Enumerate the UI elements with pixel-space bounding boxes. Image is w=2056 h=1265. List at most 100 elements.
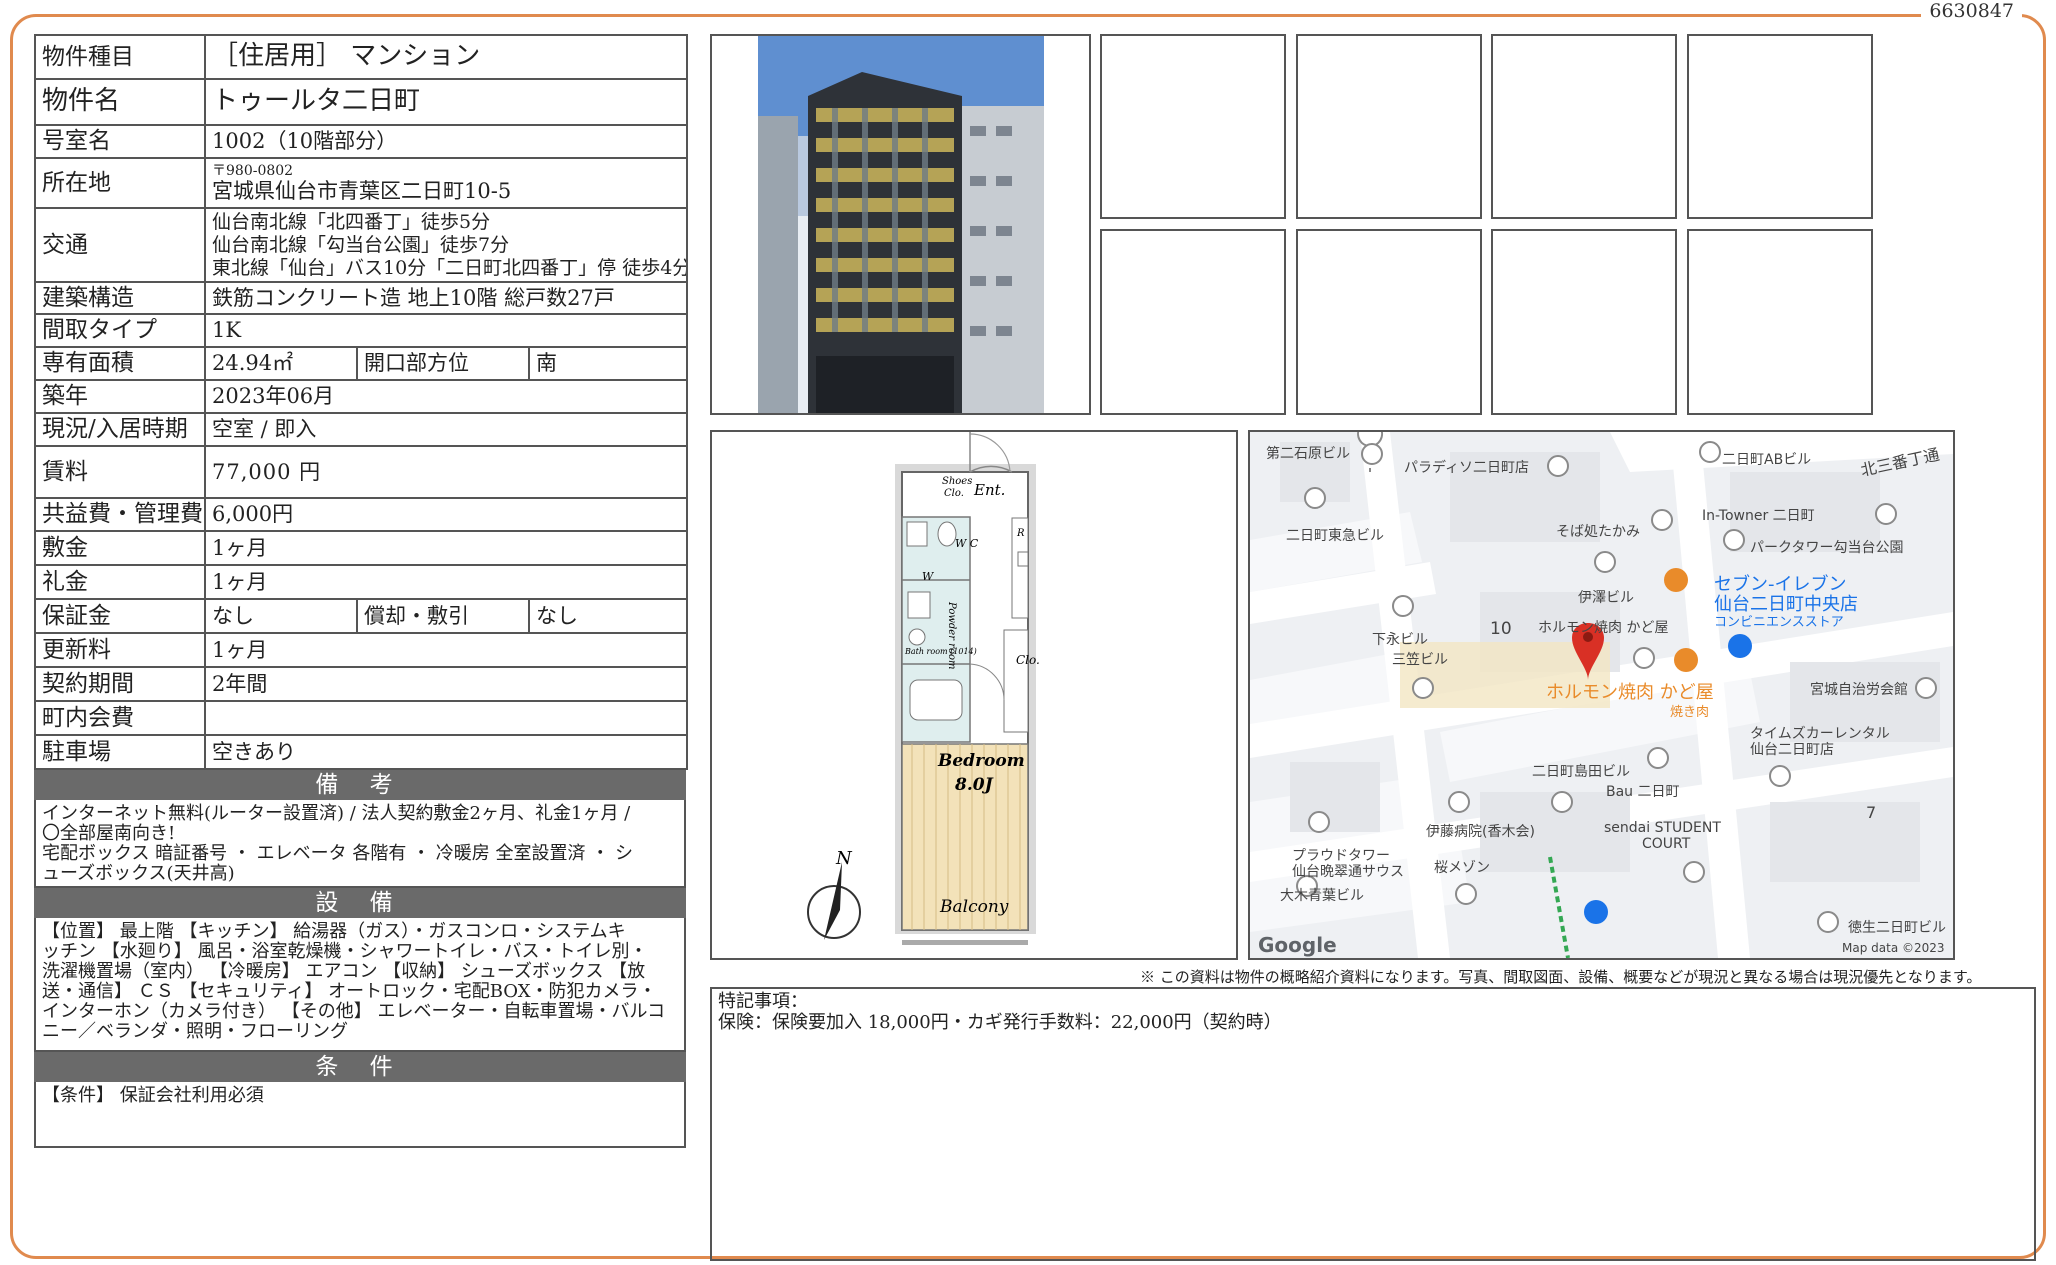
- status-value: 空室 / 即入: [203, 412, 689, 447]
- google-logo: Google: [1258, 933, 1337, 957]
- structure-label: 建築構造: [34, 281, 206, 315]
- powder-room-label: Powder room: [946, 601, 957, 670]
- equipment-header: 設 備: [34, 888, 686, 918]
- map-label: 二日町東急ビル: [1286, 528, 1384, 544]
- structure-value: 鉄筋コンクリート造 地上10階 総戸数27戸: [203, 281, 689, 315]
- bedroom-size: 8.0J: [954, 775, 994, 795]
- key-money-label: 礼金: [34, 564, 206, 600]
- equipment-body: 【位置】 最上階 【キッチン】 給湯器（ガス）・ガスコンロ・システムキ ッチン …: [34, 918, 686, 1052]
- conditions-body: 【条件】 保証会社利用必須: [34, 1082, 686, 1148]
- convenience-store-icon[interactable]: [1728, 634, 1752, 658]
- photo-slot: [1100, 229, 1286, 415]
- equipment-line: 【位置】 最上階 【キッチン】 給湯器（ガス）・ガスコンロ・システムキ: [42, 921, 626, 942]
- equipment-line: 洗濯機置場（室内） 【冷暖房】 エアコン 【収納】 シューズボックス 【放: [42, 961, 646, 982]
- refrigerator-label: R: [1016, 528, 1025, 539]
- property-info-table: 物件種目 ［住居用］ マンション 物件名 トゥールタ二日町 号室名 1002（10階部…: [34, 34, 689, 770]
- map-label: 仙台二日町店: [1750, 742, 1834, 758]
- remarks-line: 〇全部屋南向き!: [42, 823, 176, 844]
- map-label: 焼き肉: [1670, 705, 1709, 720]
- equipment-line: ッチン 【水廻り】 風呂・浴室乾燥機・シャワートイレ・バス・トイレ別・: [42, 941, 648, 962]
- name-label: 物件名: [34, 78, 206, 126]
- term-label: 契約期間: [34, 666, 206, 702]
- name-value: トゥールタ二日町: [203, 78, 689, 126]
- address-label: 所在地: [34, 157, 206, 209]
- built-label: 築年: [34, 379, 206, 414]
- access-line: 仙台南北線「勾当台公園」徒歩7分: [212, 233, 510, 256]
- map-label: パークタワー勾当台公園: [1750, 540, 1903, 556]
- map-label: ホルモン焼肉 かど屋: [1546, 682, 1714, 703]
- facing-label: 開口部方位: [356, 346, 530, 381]
- building-photo: [758, 36, 1044, 413]
- map-label: Bau 二日町: [1606, 784, 1680, 800]
- special-notes-text: 保険：保険要加入 18,000円・カギ発行手数料：22,000円（契約時）: [718, 1012, 1282, 1033]
- map-label: 大木青葉ビル: [1280, 888, 1364, 904]
- map-label: パラディソ二日町店: [1404, 459, 1529, 476]
- balcony-label: Balcony: [939, 897, 1009, 917]
- location-map[interactable]: 第二石原ビル パラディソ二日町店 二日町ABビル 北三番丁通 二日町東急ビル そ…: [1248, 430, 1955, 960]
- property-info-panel: 物件種目 ［住居用］ マンション 物件名 トゥールタ二日町 号室名 1002（10階部…: [34, 34, 689, 1148]
- map-label: 二日町島田ビル: [1532, 764, 1630, 780]
- guarantee-value: なし: [204, 598, 358, 634]
- remarks-header: 備 考: [34, 770, 686, 800]
- map-label: 第二石原ビル: [1266, 445, 1350, 462]
- access-line: 東北線「仙台」バス10分「二日町北四番丁」停 徒歩4分: [212, 256, 688, 279]
- north-label: N: [835, 848, 853, 869]
- rent-label: 賃料: [34, 445, 206, 499]
- renewal-value: 1ヶ月: [203, 632, 689, 668]
- facing-value: 南: [527, 346, 689, 381]
- photo-slot: [1296, 229, 1482, 415]
- access-line: 仙台南北線「北四番丁」徒歩5分: [212, 210, 491, 233]
- closet-label: Clo.: [944, 488, 964, 499]
- parking-value: 空きあり: [203, 734, 689, 770]
- special-notes-box: 特記事項： 保険：保険要加入 18,000円・カギ発行手数料：22,000円（契…: [710, 987, 2036, 1261]
- access-label: 交通: [34, 207, 206, 283]
- entrance-label: Ent.: [973, 481, 1005, 499]
- map-label: そば処たかみ: [1556, 524, 1640, 540]
- address-value: 宮城県仙台市青葉区二日町10-5: [212, 178, 512, 203]
- map-label: セブン-イレブン: [1714, 573, 1847, 595]
- shopping-icon[interactable]: [1584, 900, 1608, 924]
- type-label: 物件種目: [34, 34, 206, 80]
- washer-label: W: [922, 570, 935, 583]
- association-fee-label: 町内会費: [34, 700, 206, 736]
- map-label: In-Towner 二日町: [1702, 508, 1815, 524]
- remarks-body: インターネット無料(ルーター設置済) / 法人契約敷金2ヶ月、礼金1ヶ月 / 〇…: [34, 800, 686, 888]
- photo-slot: [1491, 229, 1677, 415]
- equipment-line: 送・通信】 ＣＳ 【セキュリティ】 オートロック・宅配BOX・防犯カメラ・: [42, 981, 657, 1002]
- rent-value: 77,000 円: [203, 445, 689, 499]
- equipment-line: インターホン（カメラ付き） 【その他】 エレベーター・自転車置場・バルコ: [42, 1001, 666, 1022]
- photo-slot: [1687, 229, 1873, 415]
- map-label: タイムズカーレンタル: [1750, 726, 1890, 742]
- amortization-value: なし: [527, 598, 689, 634]
- map-label: 二日町ABビル: [1722, 452, 1811, 468]
- layout-label: 間取タイプ: [34, 313, 206, 348]
- wc-label: W C: [955, 537, 979, 550]
- document-id: 6630847: [1921, 0, 2022, 22]
- renewal-label: 更新料: [34, 632, 206, 668]
- built-value: 2023年06月: [203, 379, 689, 414]
- key-money-value: 1ヶ月: [203, 564, 689, 600]
- map-label: sendai STUDENT: [1604, 820, 1721, 836]
- map-attribution: Map data ©2023: [1842, 941, 1945, 955]
- floor-plan: Shoes Clo. Ent. W C R W Powder room Bath…: [807, 432, 1040, 945]
- equipment-line: ニー／ベランダ・照明・フローリング: [42, 1021, 348, 1042]
- parking-label: 駐車場: [34, 734, 206, 770]
- restaurant-icon[interactable]: [1664, 568, 1688, 592]
- map-canvas: 第二石原ビル パラディソ二日町店 二日町ABビル 北三番丁通 二日町東急ビル そ…: [1250, 432, 1953, 958]
- postal-code: 〒980-0802: [212, 162, 294, 179]
- photo-slot: [1491, 34, 1677, 219]
- map-label: 10: [1490, 619, 1512, 639]
- restaurant-icon[interactable]: [1674, 648, 1698, 672]
- area-label: 専有面積: [34, 346, 206, 381]
- map-label: 徳生二日町ビル: [1848, 920, 1946, 936]
- room-value: 1002（10階部分）: [203, 124, 689, 159]
- map-label: 仙台晩翠通サウス: [1292, 864, 1404, 880]
- remarks-line: ューズボックス(天井高): [42, 863, 235, 884]
- remarks-line: 宅配ボックス 暗証番号 ・ エレベータ 各階有 ・ 冷暖房 全室設置済 ・ シ: [42, 843, 633, 864]
- map-label: コンビニエンスストア: [1714, 615, 1844, 630]
- guarantee-label: 保証金: [34, 598, 206, 634]
- room-label: 号室名: [34, 124, 206, 159]
- map-label: 仙台二日町中央店: [1714, 594, 1858, 615]
- term-value: 2年間: [203, 666, 689, 702]
- photo-slot: [1296, 34, 1482, 219]
